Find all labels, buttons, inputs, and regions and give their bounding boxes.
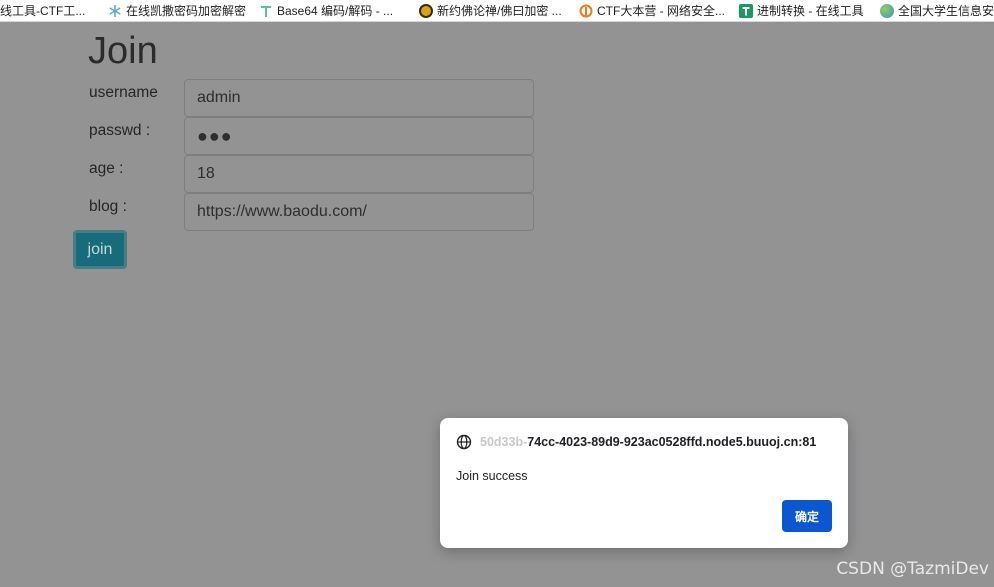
dialog-message: Join success	[456, 469, 528, 483]
blog-label: blog :	[89, 198, 127, 215]
bookmark-caesar[interactable]: 在线凯撒密码加密解密	[108, 0, 246, 21]
bookmark-label: 进制转换 - 在线工具	[757, 4, 864, 18]
bookmark-label: 新约佛论禅/佛曰加密 ...	[437, 4, 562, 18]
dialog-origin: 50d33b- 74cc-4023-89d9-923ac0528ffd.node5…	[456, 434, 816, 450]
bookmark-base-convert[interactable]: 进制转换 - 在线工具	[739, 0, 864, 21]
bookmark-label: 全国大学生信息安	[898, 4, 994, 18]
bookmark-label: 在线凯撒密码加密解密	[126, 4, 247, 18]
bookmark-base64[interactable]: Base64 编码/解码 - ...	[259, 0, 393, 21]
passwd-input[interactable]: ●●●	[184, 117, 534, 155]
age-label: age :	[89, 160, 124, 177]
t-square-icon	[739, 3, 753, 18]
page-title: Join	[88, 30, 158, 72]
bookmark-label: CTF大本营 - 网络安全...	[597, 4, 725, 18]
bookmark-label: Base64 编码/解码 - ...	[277, 4, 394, 18]
snowflake-icon	[108, 4, 122, 18]
username-input[interactable]: admin	[184, 79, 534, 117]
alert-dialog: 50d33b- 74cc-4023-89d9-923ac0528ffd.node5…	[440, 418, 848, 548]
globe-colored-icon	[880, 3, 894, 18]
dialog-host-faded: 50d33b-	[480, 435, 528, 449]
username-label: username	[89, 84, 158, 101]
globe-icon	[456, 434, 472, 450]
join-button[interactable]: join	[73, 230, 127, 269]
bookmark-label: 线工具-CTF工...	[0, 4, 86, 18]
t-logo-icon	[259, 4, 273, 18]
flag-icon	[579, 4, 593, 18]
passwd-label: passwd :	[89, 122, 151, 139]
age-input[interactable]: 18	[184, 155, 534, 193]
bookmark-ctf-camp[interactable]: CTF大本营 - 网络安全...	[579, 0, 725, 21]
bookmarks-bar: 线工具-CTF工... 在线凯撒密码加密解密 Base64 编码/解码 - ..…	[0, 0, 994, 22]
bookmark-ctf-tools[interactable]: 线工具-CTF工...	[0, 0, 85, 21]
watermark: CSDN @TazmiDev	[836, 559, 989, 579]
dialog-host: 74cc-4023-89d9-923ac0528ffd.node5.buuoj.…	[527, 435, 817, 449]
blog-input[interactable]: https://www.baodu.com/	[184, 193, 534, 231]
buddha-icon	[419, 3, 433, 18]
ok-button[interactable]: 确定	[782, 500, 832, 532]
bookmark-buddha-cipher[interactable]: 新约佛论禅/佛曰加密 ...	[419, 0, 562, 21]
bookmark-infosec-contest[interactable]: 全国大学生信息安	[880, 0, 994, 21]
